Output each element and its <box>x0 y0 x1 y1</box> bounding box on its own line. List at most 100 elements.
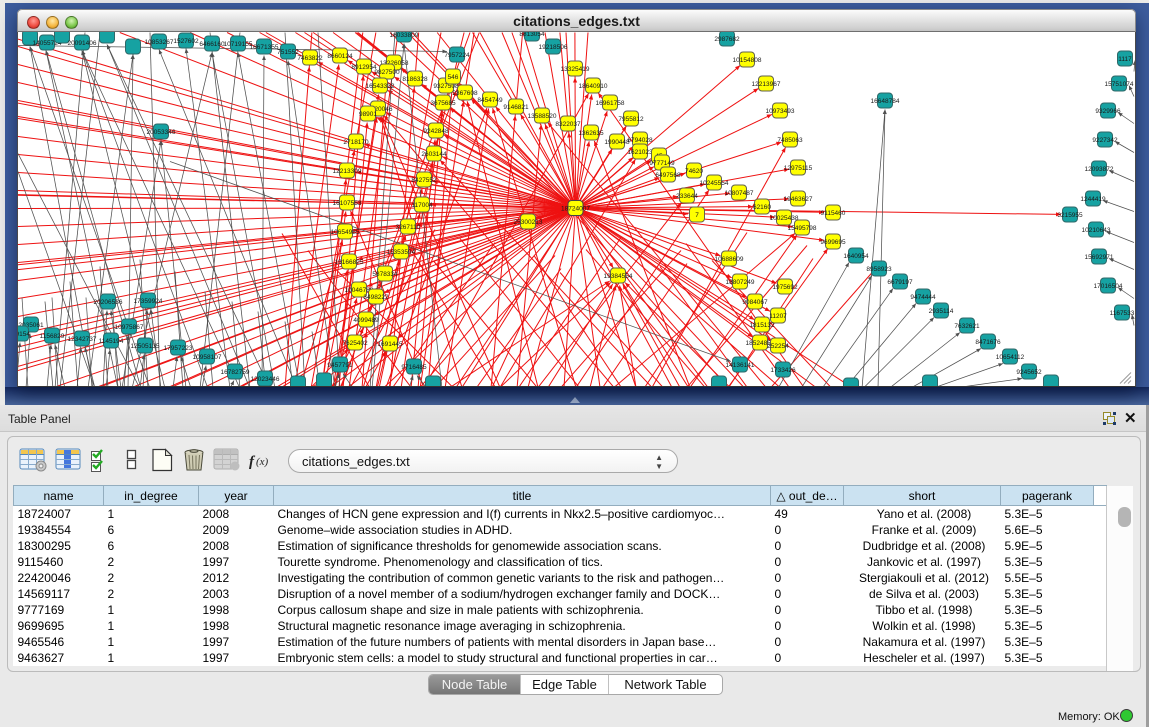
svg-text:8813054: 8813054 <box>519 32 545 38</box>
svg-text:62160: 62160 <box>753 204 771 211</box>
svg-text:9227342: 9227342 <box>1092 137 1118 144</box>
svg-text:117004: 117004 <box>411 202 433 209</box>
svg-text:10025438: 10025438 <box>770 215 799 222</box>
svg-text:17359924: 17359924 <box>134 298 163 305</box>
svg-text:16782759: 16782759 <box>221 369 250 376</box>
svg-text:12975115: 12975115 <box>784 165 813 172</box>
svg-text:2718170: 2718170 <box>343 139 369 146</box>
svg-text:1815132: 1815132 <box>749 322 775 329</box>
svg-text:252254: 252254 <box>767 343 789 350</box>
svg-text:1145194: 1145194 <box>99 338 124 345</box>
svg-text:19384554: 19384554 <box>604 273 633 280</box>
svg-text:18640910: 18640910 <box>579 83 608 90</box>
svg-text:10975867: 10975867 <box>115 324 144 331</box>
svg-text:12213967: 12213967 <box>752 81 781 88</box>
svg-text:1117: 1117 <box>1118 56 1132 63</box>
svg-text:8427552: 8427552 <box>411 177 437 184</box>
svg-text:6794028: 6794028 <box>627 137 653 144</box>
svg-text:17957223: 17957223 <box>164 345 193 352</box>
svg-text:20091406: 20091406 <box>68 40 97 47</box>
svg-text:25300213: 25300213 <box>514 219 543 226</box>
svg-text:19166825: 19166825 <box>335 259 364 266</box>
svg-text:9146821: 9146821 <box>503 104 529 111</box>
svg-text:11353594: 11353594 <box>387 249 416 256</box>
svg-text:233644: 233644 <box>676 193 698 200</box>
svg-text:10973493: 10973493 <box>766 108 795 115</box>
svg-text:15692971: 15692971 <box>1085 254 1114 261</box>
svg-text:8454749: 8454749 <box>477 97 503 104</box>
svg-text:8912954: 8912954 <box>351 64 377 71</box>
svg-text:8660124: 8660124 <box>327 53 353 60</box>
svg-text:1990448: 1990448 <box>604 139 630 146</box>
svg-text:13325419: 13325419 <box>561 66 590 73</box>
svg-text:12505135: 12505135 <box>131 343 160 350</box>
svg-text:751552: 751552 <box>277 49 299 56</box>
svg-text:9084067: 9084067 <box>742 299 768 306</box>
svg-text:9699695: 9699695 <box>820 239 846 246</box>
svg-text:2367608: 2367608 <box>452 90 478 97</box>
svg-text:16107553: 16107553 <box>333 200 362 207</box>
svg-text:10958107: 10958107 <box>193 354 222 361</box>
svg-text:19463627: 19463627 <box>784 196 813 203</box>
svg-text:1640954: 1640954 <box>843 253 869 260</box>
svg-text:2987682: 2987682 <box>714 36 740 43</box>
svg-text:19218506: 19218506 <box>539 44 568 51</box>
svg-text:13588520: 13588520 <box>528 113 557 120</box>
svg-text:9474444: 9474444 <box>910 294 936 301</box>
svg-text:10654985: 10654985 <box>331 229 360 236</box>
svg-text:2935114: 2935114 <box>929 308 954 315</box>
svg-text:7632621: 7632621 <box>954 323 980 330</box>
svg-text:7485063: 7485063 <box>777 137 803 144</box>
svg-text:3675685: 3675685 <box>430 100 456 107</box>
svg-text:15495798: 15495798 <box>788 225 817 232</box>
svg-text:9777149: 9777149 <box>649 160 675 167</box>
svg-text:7463822: 7463822 <box>297 55 323 62</box>
svg-text:1167533: 1167533 <box>1110 310 1135 317</box>
svg-text:74620: 74620 <box>685 168 703 175</box>
svg-text:8322037: 8322037 <box>555 121 581 128</box>
svg-text:3267110: 3267110 <box>396 224 421 231</box>
svg-text:7957224: 7957224 <box>444 52 470 59</box>
svg-text:14136141: 14136141 <box>726 362 755 369</box>
svg-text:10719155: 10719155 <box>224 41 253 48</box>
svg-text:8958923: 8958923 <box>866 266 892 273</box>
svg-text:18807249: 18807249 <box>726 279 755 286</box>
svg-text:9242848: 9242848 <box>423 128 449 135</box>
svg-text:1244419: 1244419 <box>1080 196 1106 203</box>
svg-text:1621023: 1621023 <box>627 149 653 156</box>
svg-text:12023446: 12023446 <box>251 376 280 383</box>
svg-text:6497568: 6497568 <box>655 172 681 179</box>
svg-text:7: 7 <box>695 212 699 219</box>
svg-text:10807487: 10807487 <box>725 190 754 197</box>
svg-text:20053346: 20053346 <box>147 129 176 136</box>
svg-text:6679197: 6679197 <box>887 279 913 286</box>
svg-text:1156829: 1156829 <box>40 333 65 340</box>
svg-text:12213309: 12213309 <box>333 168 362 175</box>
svg-text:16961758: 16961758 <box>596 100 625 107</box>
svg-text:12342737: 12342737 <box>68 336 97 343</box>
svg-text:f: f <box>249 454 256 470</box>
svg-text:4099489: 4099489 <box>353 317 379 324</box>
svg-text:3498222: 3498222 <box>363 294 389 301</box>
svg-text:11207: 11207 <box>769 313 787 320</box>
svg-text:10654112: 10654112 <box>996 354 1025 361</box>
svg-text:16033809: 16033809 <box>390 32 419 39</box>
svg-text:20206536: 20206536 <box>94 299 123 306</box>
svg-text:8471676: 8471676 <box>975 339 1001 346</box>
svg-text:6466160: 6466160 <box>199 41 225 48</box>
svg-text:10245554: 10245554 <box>700 180 729 187</box>
svg-text:2603144: 2603144 <box>421 151 447 158</box>
svg-text:1362635: 1362635 <box>578 130 604 137</box>
svg-text:12093872: 12093872 <box>1085 166 1114 173</box>
svg-text:9827500: 9827500 <box>374 69 400 76</box>
svg-text:10688609: 10688609 <box>715 256 744 263</box>
svg-text:7955812: 7955812 <box>618 116 644 123</box>
svg-text:1975692: 1975692 <box>772 284 798 291</box>
svg-text:10853267: 10853267 <box>145 39 174 46</box>
svg-text:17016504: 17016504 <box>1094 283 1123 290</box>
svg-text:3215955: 3215955 <box>1057 212 1083 219</box>
svg-text:10210643: 10210643 <box>1082 227 1111 234</box>
svg-text:98901: 98901 <box>359 111 377 118</box>
svg-text:546: 546 <box>448 74 459 81</box>
svg-text:9329966: 9329966 <box>1095 108 1121 115</box>
